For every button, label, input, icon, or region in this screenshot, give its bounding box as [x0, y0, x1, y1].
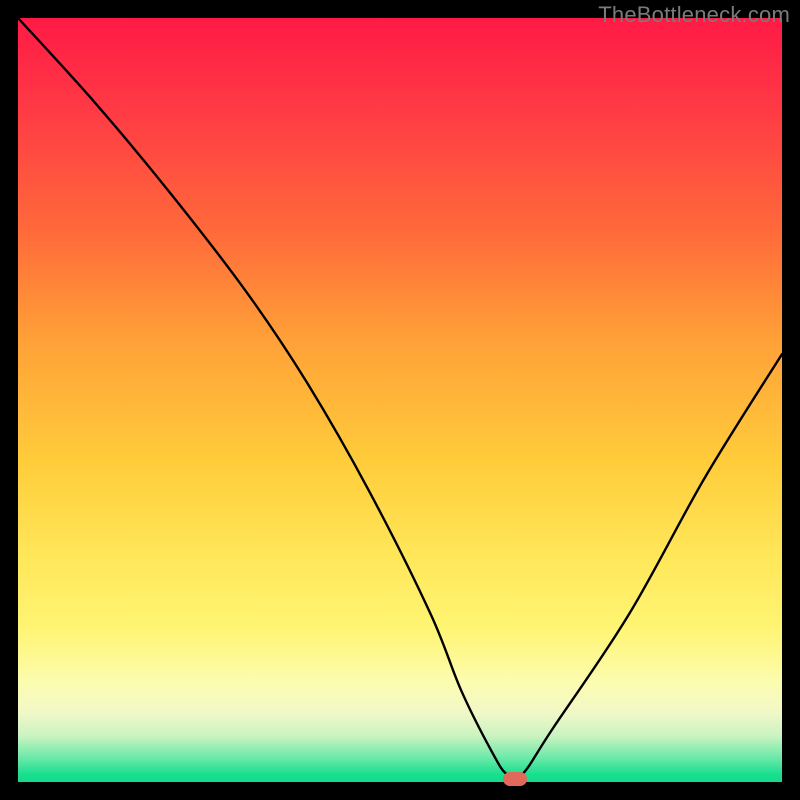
bottleneck-curve-path	[18, 18, 782, 779]
curve-layer	[18, 18, 782, 782]
watermark-text: TheBottleneck.com	[598, 2, 790, 28]
plot-area	[18, 18, 782, 782]
chart-frame: TheBottleneck.com	[0, 0, 800, 800]
optimal-marker	[503, 772, 527, 786]
